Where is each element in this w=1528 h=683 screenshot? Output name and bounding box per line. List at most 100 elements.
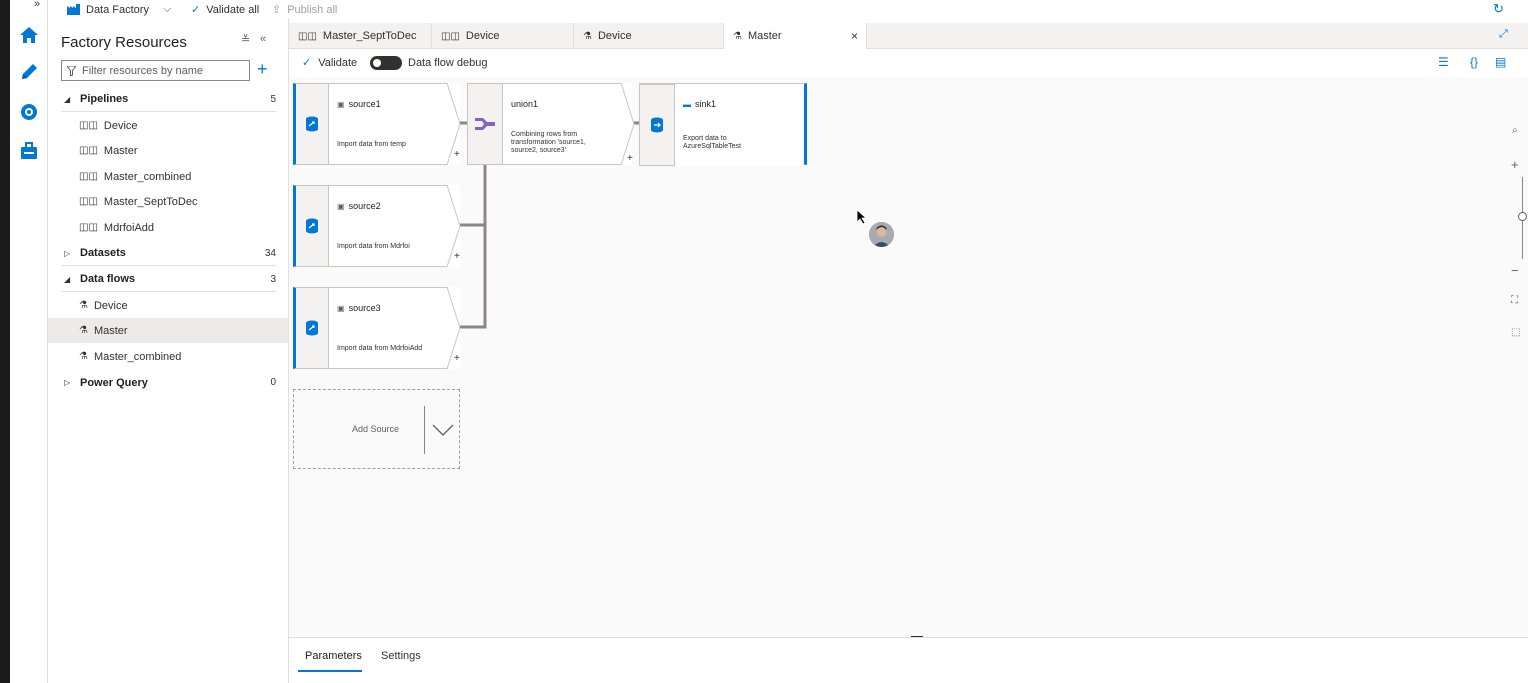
node-description-line: source2, source3' [511, 147, 567, 154]
node-description: Import data from MdrfoiAdd [337, 345, 423, 352]
nav-rail: » [10, 0, 48, 683]
source2-node[interactable]: ▣ source2 Import data from Mdrfoi + [293, 185, 461, 267]
pipeline-item[interactable]: ◫◫ Master_combined [48, 164, 288, 189]
item-label: Master_combined [93, 350, 182, 363]
node-title: union1 [511, 99, 538, 109]
source-icon-box [293, 287, 329, 369]
add-transform-plus[interactable]: + [454, 251, 460, 262]
validate-button[interactable]: ✓ Validate [302, 56, 358, 70]
filter-input[interactable] [82, 64, 242, 77]
pipeline-item[interactable]: ◫◫ Master_SeptToDec [48, 189, 288, 214]
item-label: Master [103, 144, 138, 157]
node-title: ▬ sink1 [683, 99, 716, 109]
chevron-down-icon[interactable] [432, 424, 454, 436]
source1-node[interactable]: ▣ source1 Import data from temp + [293, 83, 461, 165]
tab-master-dataflow[interactable]: ⚗ Master × [724, 23, 867, 49]
source-icon-box [293, 83, 329, 165]
home-icon[interactable] [10, 20, 48, 50]
node-name: sink1 [695, 99, 717, 109]
dataset-icon: ▣ [337, 303, 345, 313]
pipeline-icon: ◫◫ [79, 120, 98, 131]
search-icon[interactable]: ⌕ [1512, 125, 1518, 136]
script-icon[interactable]: ▤ [1495, 55, 1506, 69]
validate-all-button[interactable]: ✓ Validate all [191, 3, 259, 17]
window-edge [0, 0, 10, 683]
expand-nav-icon[interactable]: » [34, 0, 40, 10]
node-description-line: AzureSqlTableTest [683, 143, 741, 150]
group-pipelines[interactable]: ◢ Pipelines 5 [61, 87, 276, 112]
node-title: ▣ source2 [337, 201, 381, 211]
reset-view-icon[interactable]: ⬚ [1511, 327, 1520, 338]
code-braces-icon[interactable]: {} [1470, 55, 1478, 69]
dataflow-icon: ⚗ [583, 30, 592, 42]
node-body: ▣ source3 Import data from MdrfoiAdd [329, 287, 447, 369]
pipeline-icon: ◫◫ [79, 145, 98, 156]
filter-box [61, 60, 250, 81]
pipeline-item[interactable]: ◫◫ MdrfoiAdd [48, 215, 288, 240]
zoom-in-icon[interactable]: + [1511, 157, 1519, 172]
dataflow-item-selected[interactable]: ⚗ Master [48, 318, 288, 343]
pipeline-item[interactable]: ◫◫ Master [48, 138, 288, 163]
add-resource-icon[interactable]: + [257, 59, 268, 79]
validate-label: Validate [318, 56, 358, 69]
tab-label: Master [747, 30, 782, 42]
dataflow-icon: ⚗ [79, 325, 88, 336]
pipeline-item[interactable]: ◫◫ Device [48, 113, 288, 138]
fit-screen-icon[interactable]: ⛶ [1511, 295, 1518, 306]
pipeline-icon: ◫◫ [79, 196, 98, 207]
tab-settings[interactable]: Settings [381, 650, 421, 662]
item-label: Master_combined [103, 170, 192, 183]
source3-node[interactable]: ▣ source3 Import data from MdrfoiAdd + [293, 287, 461, 369]
filter-icon [67, 65, 76, 76]
manage-toolbox-icon[interactable] [10, 136, 48, 166]
dataflow-toolbar: ✓ Validate Data flow debug ☰ {} ▤ [289, 49, 1528, 77]
dataflow-item[interactable]: ⚗ Master_combined [48, 344, 288, 369]
node-title: ▣ source1 [337, 99, 381, 109]
dataflow-item[interactable]: ⚗ Device [48, 293, 288, 318]
tab-device-pipeline[interactable]: ◫◫ Device [432, 23, 574, 49]
publish-all-button[interactable]: ⇪ Publish all [272, 3, 337, 17]
add-transform-plus[interactable]: + [627, 153, 633, 164]
tab-master-septtodec[interactable]: ◫◫ Master_SeptToDec [289, 23, 432, 49]
close-tab-icon[interactable]: × [851, 29, 858, 43]
tab-device-dataflow[interactable]: ⚗ Device [574, 23, 724, 49]
group-datasets[interactable]: ▷ Datasets 34 [61, 241, 276, 266]
data-factory-selector[interactable]: Data Factory ⌵ [67, 3, 171, 16]
pipeline-icon: ◫◫ [79, 222, 98, 233]
group-data-flows[interactable]: ◢ Data flows 3 [61, 267, 276, 292]
author-pencil-icon[interactable] [10, 57, 48, 87]
group-name: Power Query [80, 376, 148, 389]
resources-title: Factory Resources [61, 34, 187, 51]
dataflow-icon: ⚗ [733, 30, 742, 42]
zoom-slider-handle[interactable] [1518, 212, 1527, 221]
maximize-icon[interactable]: ⤢ [1499, 28, 1508, 41]
node-name: union1 [511, 99, 539, 109]
group-power-query[interactable]: ▷ Power Query 0 [61, 370, 276, 395]
debug-label: Data flow debug [408, 57, 488, 69]
node-description: Import data from temp [337, 141, 406, 148]
collapse-panel-icon[interactable]: « [260, 33, 266, 45]
node-name: source3 [348, 303, 381, 313]
zoom-out-icon[interactable]: − [1511, 263, 1519, 278]
add-source-button[interactable]: Add Source [293, 389, 460, 469]
add-transform-plus[interactable]: + [454, 149, 460, 160]
debug-toggle[interactable] [370, 56, 402, 70]
properties-icon[interactable]: ☰ [1438, 55, 1449, 69]
bottom-panel: Parameters Settings [289, 637, 1528, 683]
group-count: 0 [270, 377, 276, 388]
dataflow-canvas[interactable]: ▣ source1 Import data from temp + union1 … [289, 77, 1528, 638]
union1-node[interactable]: union1 Combining rows from transformatio… [467, 83, 635, 165]
node-body: ▣ source2 Import data from Mdrfoi [329, 185, 447, 267]
sink1-node[interactable]: ▬ sink1 Export data to AzureSqlTableTest [639, 83, 807, 166]
tab-parameters[interactable]: Parameters [305, 650, 362, 662]
dataflow-icon: ⚗ [79, 300, 88, 311]
sink-db-icon [651, 117, 663, 133]
union-icon [475, 118, 495, 130]
caret-right-icon: ▷ [64, 248, 71, 258]
collapse-all-icon[interactable]: ≚ [241, 33, 250, 46]
add-transform-plus[interactable]: + [454, 353, 460, 364]
refresh-icon[interactable]: ↻ [1493, 1, 1504, 17]
monitor-icon[interactable] [10, 97, 48, 127]
editor-tabs: ◫◫ Master_SeptToDec ◫◫ Device ⚗ Device ⚗… [289, 23, 1528, 49]
sql-icon: ▬ [683, 99, 691, 109]
